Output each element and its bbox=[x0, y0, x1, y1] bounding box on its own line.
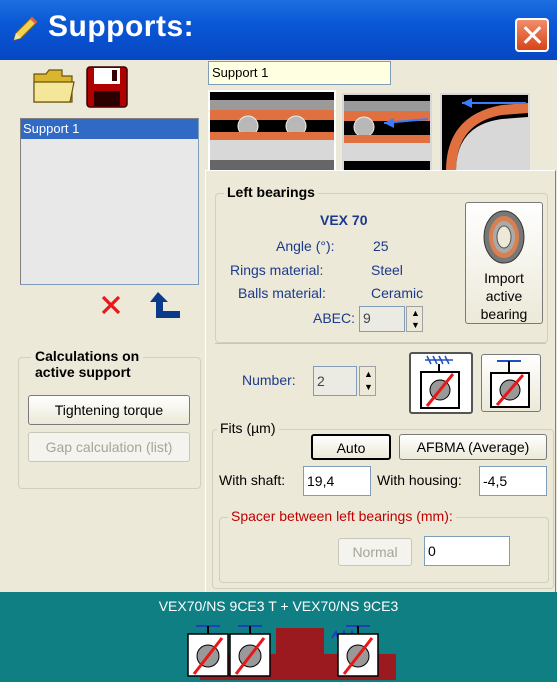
bearing-model: VEX 70 bbox=[320, 212, 368, 228]
import-line3: bearing bbox=[480, 306, 528, 322]
rings-material-label: Rings material: bbox=[230, 262, 324, 278]
folder-icon[interactable] bbox=[32, 66, 76, 106]
number-field[interactable]: 2 bbox=[313, 366, 357, 396]
calculations-title-line1: Calculations on bbox=[35, 348, 140, 364]
number-row: Number: 2 ▲ ▼ bbox=[215, 343, 546, 414]
left-bearings-tab[interactable] bbox=[208, 90, 336, 176]
assembly-diagram-icon bbox=[187, 625, 396, 680]
number-label: Number: bbox=[242, 372, 296, 388]
calculations-group: Calculations on active support Tightenin… bbox=[18, 348, 201, 489]
list-empty-area bbox=[21, 139, 198, 284]
import-line2: active bbox=[485, 288, 523, 304]
red-x-icon[interactable] bbox=[98, 292, 124, 318]
spacer-group: Spacer between left bearings (mm): Norma… bbox=[219, 508, 549, 583]
supports-list[interactable]: Support 1 bbox=[20, 118, 199, 285]
bearing-settings-panel: Left bearings VEX 70 Angle (°): 25 Rings… bbox=[205, 170, 556, 602]
supports-window: Supports: Support 1 Calculations on acti… bbox=[0, 0, 557, 682]
abec-label: ABEC: bbox=[313, 310, 356, 326]
gap-calculation-button[interactable]: Gap calculation (list) bbox=[28, 432, 190, 462]
bearing-arrangement-icon bbox=[420, 355, 460, 409]
balls-material-label: Balls material: bbox=[238, 285, 326, 301]
right-bearings-tab[interactable] bbox=[440, 93, 530, 173]
floppy-disk-icon[interactable] bbox=[86, 66, 128, 108]
spacer-field[interactable]: 0 bbox=[424, 536, 510, 566]
calculations-title: Calculations on active support bbox=[31, 348, 144, 380]
auto-button[interactable]: Auto bbox=[311, 434, 391, 460]
back-to-back-button[interactable] bbox=[481, 354, 541, 412]
face-to-face-button[interactable] bbox=[409, 352, 473, 414]
import-line1: Import bbox=[484, 270, 524, 286]
bearing-arrangement-alt-icon bbox=[490, 360, 530, 408]
pencil-icon bbox=[13, 16, 38, 41]
with-shaft-label: With shaft: bbox=[219, 472, 286, 488]
number-spinner[interactable]: ▲ ▼ bbox=[359, 366, 376, 396]
radial-load-icon bbox=[442, 95, 528, 171]
axial-force-tab[interactable] bbox=[342, 93, 432, 173]
left-bearings-group: Left bearings VEX 70 Angle (°): 25 Rings… bbox=[215, 184, 548, 343]
fits-title: Fits (µm) bbox=[217, 420, 279, 436]
abec-spinner[interactable]: ▲ ▼ bbox=[406, 306, 423, 332]
afbma-average-button[interactable]: AFBMA (Average) bbox=[399, 434, 547, 460]
calculations-title-line2: active support bbox=[35, 364, 131, 380]
with-shaft-field[interactable]: 19,4 bbox=[303, 466, 371, 496]
support-name-field[interactable]: Support 1 bbox=[208, 61, 391, 85]
balls-material-value: Ceramic bbox=[371, 285, 424, 301]
up-arrow-icon[interactable] bbox=[148, 290, 182, 322]
close-button[interactable] bbox=[515, 18, 549, 52]
rings-material-value: Steel bbox=[371, 262, 403, 278]
fits-group: Fits (µm) Auto AFBMA (Average) With shaf… bbox=[212, 420, 554, 589]
normal-button[interactable]: Normal bbox=[338, 538, 412, 566]
import-active-bearing-button[interactable]: Import active bearing bbox=[465, 202, 543, 324]
list-item[interactable]: Support 1 bbox=[21, 119, 198, 139]
angle-value: 25 bbox=[373, 238, 389, 254]
tightening-torque-button[interactable]: Tightening torque bbox=[28, 395, 190, 425]
angle-label: Angle (°): bbox=[276, 238, 335, 254]
bearing-pair-icon bbox=[210, 92, 334, 174]
assembly-label: VEX70/NS 9CE3 T + VEX70/NS 9CE3 bbox=[158, 598, 399, 614]
with-housing-field[interactable]: -4,5 bbox=[479, 466, 547, 496]
assembly-preview: VEX70/NS 9CE3 T + VEX70/NS 9CE3 bbox=[0, 592, 557, 682]
bearing-icon bbox=[483, 210, 525, 264]
with-housing-label: With housing: bbox=[377, 472, 462, 488]
left-bearings-title: Left bearings bbox=[224, 184, 318, 200]
axial-load-icon bbox=[344, 95, 430, 171]
spacer-title: Spacer between left bearings (mm): bbox=[228, 508, 456, 524]
window-title: Supports: bbox=[48, 10, 195, 43]
abec-field[interactable]: 9 bbox=[359, 306, 405, 332]
title-bar: Supports: bbox=[0, 0, 557, 60]
